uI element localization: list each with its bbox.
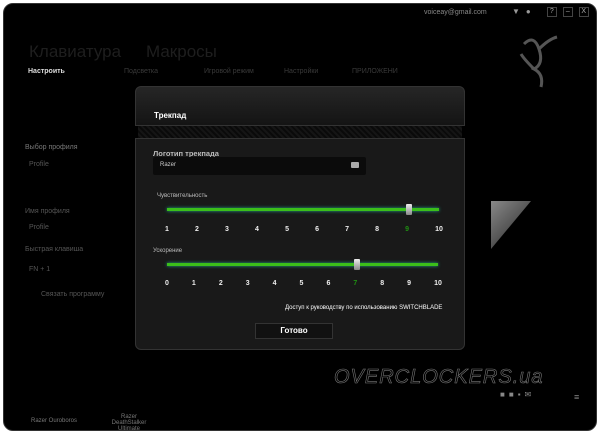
- hotkey-label: Быстрая клавиша: [25, 246, 84, 253]
- sensitivity-label: Чувствительность: [157, 193, 208, 199]
- sensitivity-tick[interactable]: 5: [285, 226, 289, 233]
- chevron-down-icon[interactable]: ▼: [512, 7, 520, 17]
- acceleration-tick[interactable]: 10: [434, 280, 442, 287]
- globe-icon[interactable]: ●: [526, 7, 531, 17]
- account-email[interactable]: voiceay@gmail.com: [424, 9, 487, 16]
- tab-macros[interactable]: Макросы: [146, 42, 217, 62]
- acceleration-tick[interactable]: 8: [380, 280, 384, 287]
- watermark: OVERCLOCKERS.ua: [334, 366, 544, 389]
- done-button[interactable]: Готово: [255, 323, 333, 339]
- hotkey-value[interactable]: FN + 1: [29, 266, 50, 273]
- sensitivity-slider[interactable]: [167, 204, 439, 215]
- sensitivity-tick[interactable]: 3: [225, 226, 229, 233]
- acceleration-tick[interactable]: 0: [165, 280, 169, 287]
- profile-name-label: Имя профиля: [25, 208, 70, 215]
- help-button[interactable]: ?: [546, 7, 557, 17]
- subtab-customize[interactable]: Настроить: [28, 68, 65, 75]
- feedback-icon[interactable]: ✉: [525, 390, 532, 399]
- razer-logo-icon: [519, 35, 558, 88]
- sensitivity-thumb[interactable]: [405, 204, 412, 215]
- close-button[interactable]: X: [578, 7, 589, 17]
- tab-keyboard[interactable]: Клавиатура: [29, 42, 121, 62]
- sensitivity-tick[interactable]: 1: [165, 226, 169, 233]
- device-ouroboros[interactable]: Razer Ouroboros: [31, 418, 77, 424]
- sensitivity-tick[interactable]: 2: [195, 226, 199, 233]
- minimize-button[interactable]: –: [562, 7, 573, 17]
- acceleration-slider[interactable]: [167, 259, 438, 270]
- profile-select[interactable]: Profile: [29, 161, 49, 168]
- acceleration-tick[interactable]: 1: [192, 280, 196, 287]
- acceleration-tick[interactable]: 6: [326, 280, 330, 287]
- acceleration-tick[interactable]: 4: [273, 280, 277, 287]
- switchblade-guide-link[interactable]: Доступ к руководству по использованию SW…: [285, 305, 442, 311]
- sensitivity-tick[interactable]: 10: [435, 226, 443, 233]
- sensitivity-tick[interactable]: 6: [315, 226, 319, 233]
- acceleration-tick[interactable]: 9: [407, 280, 411, 287]
- subtab-apps[interactable]: ПРИЛОЖЕНИ: [352, 68, 398, 75]
- dialog-divider: [138, 126, 462, 138]
- acceleration-tick[interactable]: 2: [219, 280, 223, 287]
- logo-field[interactable]: Razer: [153, 157, 366, 175]
- logo-value: Razer: [160, 162, 177, 168]
- acceleration-ticks: 0 1 2 3 4 5 6 7 8 9 10: [165, 280, 442, 287]
- acceleration-track[interactable]: [167, 263, 438, 266]
- profile-label: Выбор профиля: [25, 144, 78, 151]
- sensitivity-tick[interactable]: 4: [255, 226, 259, 233]
- sensitivity-tick[interactable]: 7: [345, 226, 349, 233]
- subtab-settings[interactable]: Настройки: [284, 68, 318, 75]
- acceleration-tick[interactable]: 7: [353, 280, 357, 287]
- curve-graph: [491, 201, 531, 249]
- link-program-button[interactable]: Связать программу: [41, 291, 104, 298]
- device-deathstalker[interactable]: Razer DeathStalker Ultimate: [104, 414, 154, 432]
- sensitivity-ticks: 1 2 3 4 5 6 7 8 9 10: [165, 226, 443, 233]
- twitter-icon[interactable]: ■: [509, 390, 514, 399]
- acceleration-tick[interactable]: 3: [246, 280, 250, 287]
- sensitivity-tick[interactable]: 9: [405, 226, 409, 233]
- acceleration-thumb[interactable]: [353, 259, 360, 270]
- social-icons: ■ ■ ▪ ✉: [500, 390, 531, 399]
- subtab-gaming-mode[interactable]: Игровой режим: [204, 68, 254, 75]
- profile-name-input[interactable]: Profile: [29, 224, 49, 231]
- subtab-lighting[interactable]: Подсветка: [124, 68, 158, 75]
- dialog-header: Трекпад: [135, 86, 465, 126]
- acceleration-tick[interactable]: 5: [300, 280, 304, 287]
- facebook-icon[interactable]: ■: [500, 390, 505, 399]
- sensitivity-tick[interactable]: 8: [375, 226, 379, 233]
- youtube-icon[interactable]: ▪: [518, 390, 521, 399]
- dialog-title: Трекпад: [154, 111, 187, 120]
- window-controls: ▼ ● ? – X: [512, 7, 589, 17]
- menu-icon[interactable]: ≡: [574, 392, 579, 402]
- sensitivity-track[interactable]: [167, 208, 439, 211]
- folder-icon[interactable]: [351, 162, 359, 168]
- acceleration-label: Ускорение: [153, 248, 183, 254]
